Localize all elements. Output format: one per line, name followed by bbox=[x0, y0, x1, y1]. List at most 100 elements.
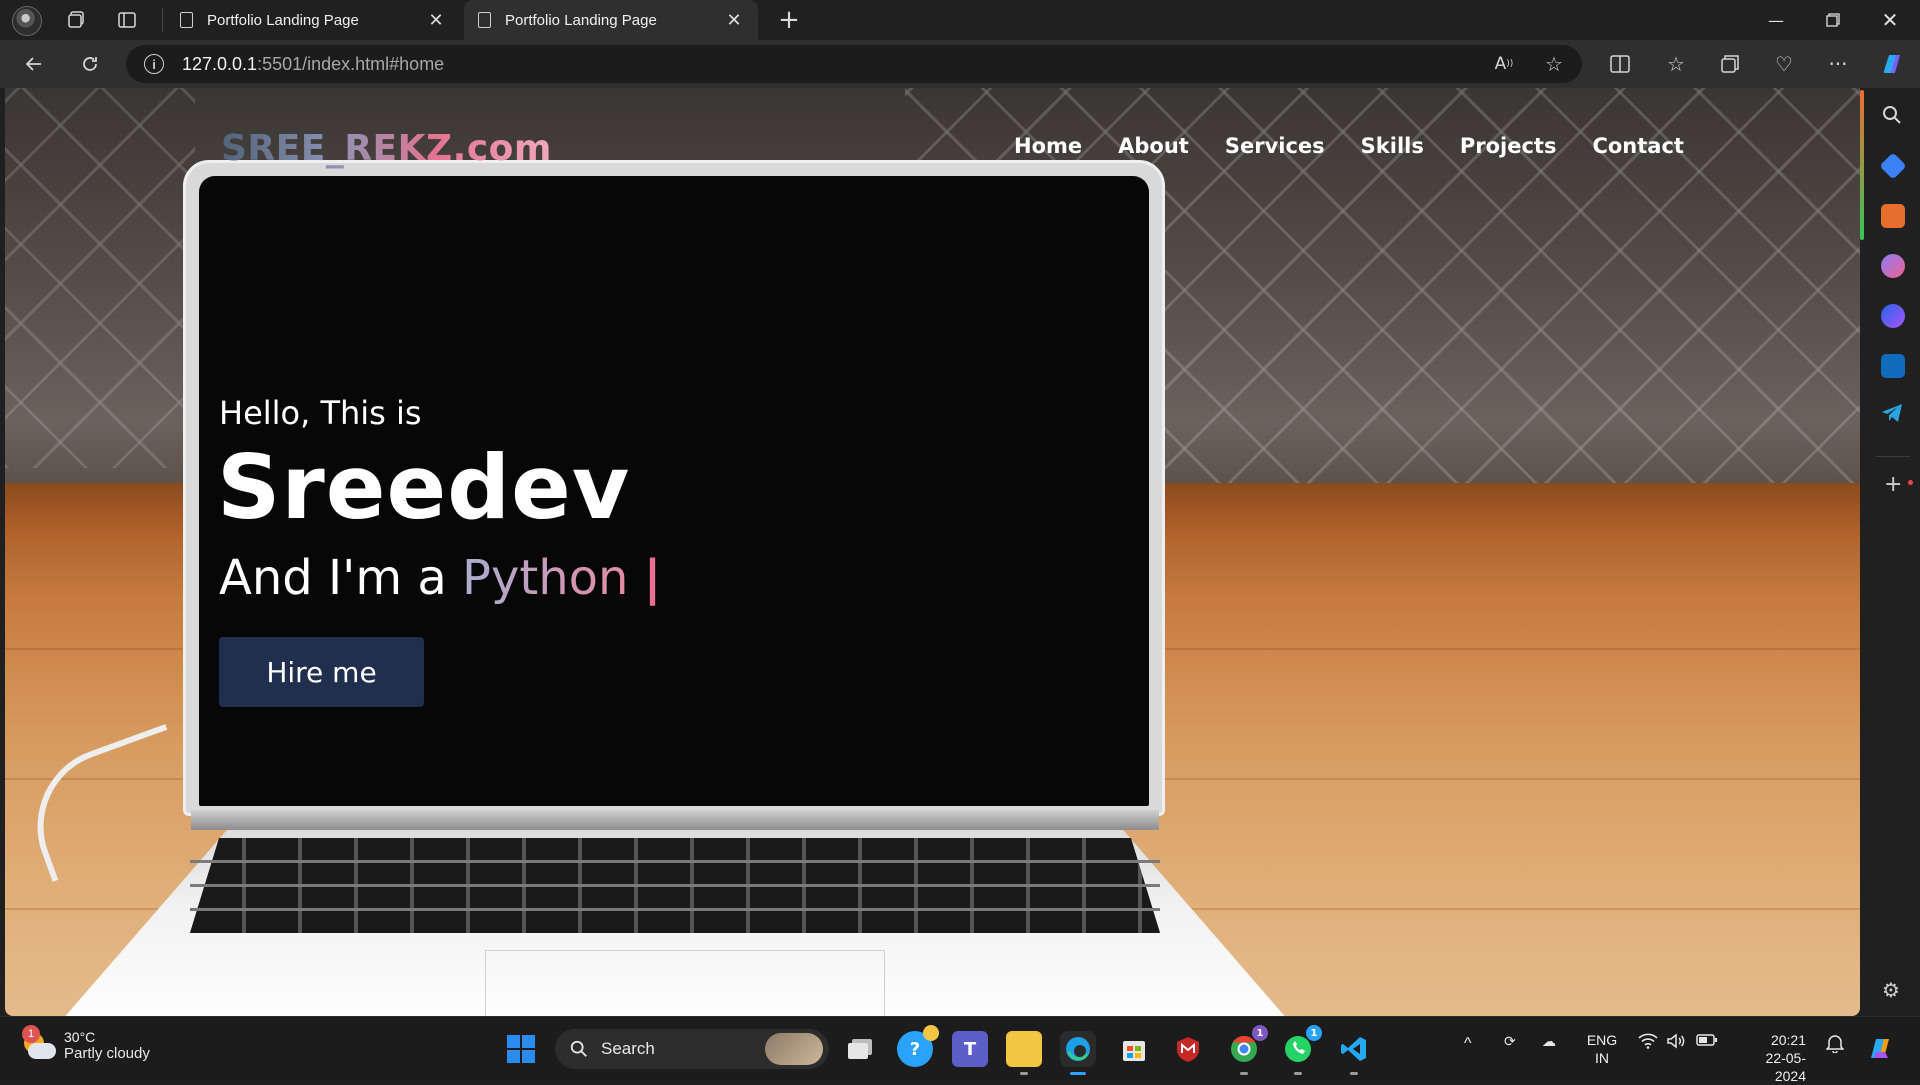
more-icon[interactable]: ··· bbox=[1822, 49, 1854, 79]
back-arrow-icon[interactable] bbox=[18, 49, 50, 79]
key-row-gap bbox=[190, 884, 1160, 887]
typing-cursor: | bbox=[643, 550, 662, 606]
site-logo[interactable]: SREE_REKZ.com bbox=[221, 128, 552, 169]
mcafee-icon[interactable] bbox=[1170, 1031, 1206, 1067]
outlook-icon[interactable] bbox=[1881, 354, 1905, 378]
nav-skills[interactable]: Skills bbox=[1361, 134, 1424, 158]
partly-cloudy-icon: 1 bbox=[22, 1024, 56, 1061]
browser-essentials-icon[interactable]: ♡ bbox=[1768, 49, 1800, 79]
windows-start-icon[interactable] bbox=[503, 1031, 539, 1067]
nav-about[interactable]: About bbox=[1118, 134, 1189, 158]
main-nav: Home About Services Skills Projects Cont… bbox=[1014, 134, 1684, 158]
read-aloud-icon[interactable]: A)) bbox=[1488, 49, 1520, 79]
new-tab-icon[interactable]: + bbox=[774, 5, 804, 35]
laptop-trackpad bbox=[485, 950, 885, 1016]
nav-home[interactable]: Home bbox=[1014, 134, 1082, 158]
show-hidden-icons[interactable]: ^ bbox=[1464, 1035, 1472, 1053]
teams-icon[interactable]: T bbox=[952, 1031, 988, 1067]
telegram-icon[interactable] bbox=[1880, 402, 1904, 428]
sidebar-settings-icon[interactable]: ⚙ bbox=[1882, 978, 1900, 1002]
task-view-icon[interactable] bbox=[842, 1031, 878, 1067]
wifi-icon[interactable] bbox=[1638, 1033, 1658, 1052]
hire-me-button[interactable]: Hire me bbox=[219, 637, 424, 707]
office-icon[interactable] bbox=[1881, 304, 1905, 328]
tab-1[interactable]: Portfolio Landing Page ✕ bbox=[166, 0, 460, 40]
weather-condition: Partly cloudy bbox=[64, 1045, 150, 1062]
page-scrollbar[interactable] bbox=[1860, 90, 1864, 240]
tab-strip: Portfolio Landing Page ✕ Portfolio Landi… bbox=[0, 0, 1920, 40]
file-explorer-icon[interactable] bbox=[1006, 1031, 1042, 1075]
star-icon[interactable]: ☆ bbox=[1538, 49, 1570, 79]
weather-badge: 1 bbox=[22, 1024, 40, 1043]
minimize-icon[interactable]: — bbox=[1748, 0, 1804, 40]
lang-region: IN bbox=[1595, 1050, 1609, 1066]
hero-role: And I'm a Python | bbox=[219, 550, 661, 606]
battery-icon[interactable] bbox=[1696, 1033, 1718, 1050]
tab-2[interactable]: Portfolio Landing Page ✕ bbox=[464, 0, 758, 40]
site-info-icon[interactable]: i bbox=[144, 54, 164, 74]
help-icon[interactable]: ? bbox=[897, 1025, 939, 1067]
hero-greeting: Hello, This is bbox=[219, 394, 422, 432]
edge-sidebar: + ⚙ bbox=[1866, 88, 1920, 1016]
nav-services[interactable]: Services bbox=[1225, 134, 1325, 158]
whatsapp-icon[interactable]: 1 bbox=[1280, 1025, 1322, 1075]
refresh-icon[interactable] bbox=[74, 49, 106, 79]
close-tab-icon[interactable]: ✕ bbox=[724, 10, 744, 31]
background-mesh-left bbox=[5, 88, 195, 468]
key-row-gap bbox=[190, 908, 1160, 911]
laptop-cable bbox=[15, 723, 203, 883]
whatsapp-badge: 1 bbox=[1306, 1025, 1322, 1041]
vscode-icon[interactable] bbox=[1336, 1031, 1372, 1075]
copilot-icon[interactable] bbox=[1876, 49, 1908, 79]
taskbar-search[interactable]: Search bbox=[555, 1029, 829, 1069]
games-icon[interactable] bbox=[1881, 254, 1905, 278]
language-indicator[interactable]: ENG IN bbox=[1582, 1031, 1622, 1067]
workspaces-icon[interactable] bbox=[62, 5, 92, 35]
vertical-tabs-icon[interactable] bbox=[112, 5, 142, 35]
copilot-taskbar-icon[interactable] bbox=[1862, 1031, 1898, 1067]
url-host: 127.0.0.1 bbox=[182, 53, 258, 74]
add-sidebar-app-icon[interactable]: + bbox=[1884, 472, 1902, 497]
tab-divider bbox=[162, 8, 163, 32]
key-row-gap bbox=[190, 860, 1160, 863]
sidebar-divider bbox=[1876, 456, 1910, 457]
hero-name: Sreedev bbox=[217, 436, 631, 539]
search-icon bbox=[570, 1040, 587, 1057]
shopping-icon[interactable] bbox=[1879, 152, 1907, 180]
search-placeholder: Search bbox=[601, 1039, 655, 1058]
role-prefix: And I'm a bbox=[219, 550, 463, 606]
nav-projects[interactable]: Projects bbox=[1460, 134, 1557, 158]
role-typed-text: Python bbox=[462, 550, 629, 606]
lang-code: ENG bbox=[1586, 1032, 1618, 1048]
chrome-badge: 1 bbox=[1252, 1025, 1268, 1041]
split-screen-icon[interactable] bbox=[1604, 49, 1636, 79]
weather-widget[interactable]: 1 30°C Partly cloudy bbox=[22, 1024, 150, 1062]
profile-avatar[interactable] bbox=[12, 6, 42, 36]
web-page: SREE_REKZ.com Home About Services Skills… bbox=[5, 88, 1860, 1016]
onedrive-icon[interactable]: ☁ bbox=[1542, 1033, 1556, 1050]
sync-icon[interactable]: ⟳ bbox=[1504, 1033, 1516, 1050]
close-tab-icon[interactable]: ✕ bbox=[426, 10, 446, 31]
page-icon bbox=[180, 12, 193, 28]
tab-title: Portfolio Landing Page bbox=[505, 11, 657, 29]
weather-temp: 30°C bbox=[64, 1029, 96, 1045]
collections-icon[interactable] bbox=[1714, 49, 1746, 79]
windows-taskbar: 1 30°C Partly cloudy Search ? T 1 1 ^ ⟳ … bbox=[0, 1016, 1920, 1084]
chrome-icon[interactable]: 1 bbox=[1226, 1025, 1268, 1075]
nav-contact[interactable]: Contact bbox=[1592, 134, 1684, 158]
tools-icon[interactable] bbox=[1881, 204, 1905, 228]
browser-toolbar: i 127.0.0.1:5501/index.html#home A)) ☆ ☆… bbox=[0, 40, 1920, 88]
volume-icon[interactable] bbox=[1666, 1033, 1686, 1052]
edge-icon[interactable] bbox=[1060, 1031, 1096, 1075]
sidebar-search-icon[interactable] bbox=[1881, 104, 1903, 131]
notification-dot bbox=[1908, 480, 1913, 485]
microsoft-store-icon[interactable] bbox=[1116, 1031, 1152, 1067]
favorites-icon[interactable]: ☆ bbox=[1660, 49, 1692, 79]
notifications-icon[interactable] bbox=[1825, 1033, 1845, 1056]
search-highlight-icon bbox=[765, 1033, 823, 1065]
restore-icon[interactable] bbox=[1805, 0, 1861, 40]
clock-time: 20:21 bbox=[1770, 1032, 1806, 1048]
system-clock[interactable]: 20:21 22-05-2024 bbox=[1736, 1031, 1806, 1085]
address-bar[interactable]: i 127.0.0.1:5501/index.html#home bbox=[126, 45, 1582, 83]
close-window-icon[interactable]: ✕ bbox=[1862, 0, 1918, 40]
